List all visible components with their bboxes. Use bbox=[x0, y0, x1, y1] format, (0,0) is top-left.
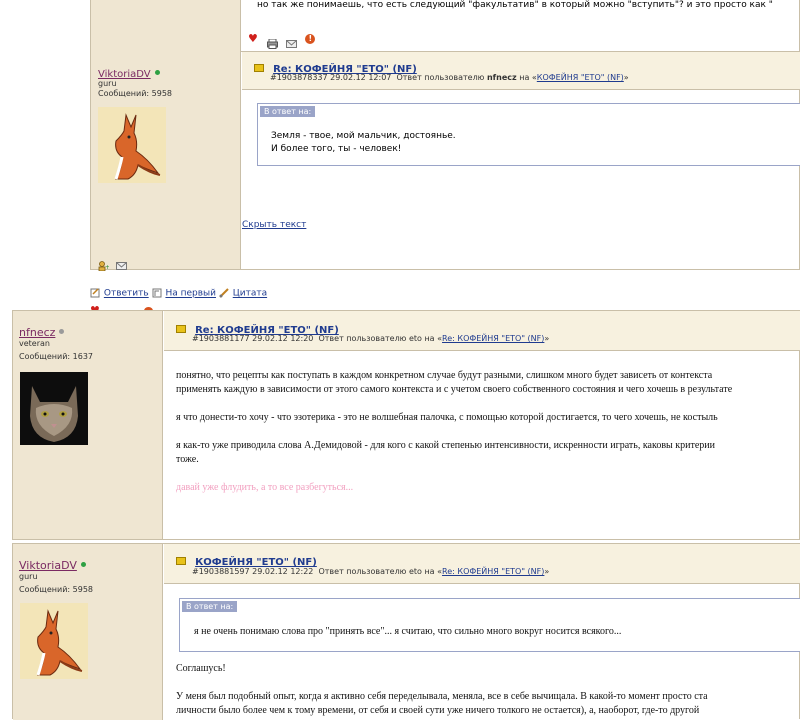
post0-actions: ♥ ! bbox=[248, 28, 316, 49]
reply-icon bbox=[90, 288, 101, 298]
post3-thread-link[interactable]: Re: КОФЕЙНЯ "ЕТО" (NF) bbox=[442, 567, 544, 576]
post2-header: Re: КОФЕЙНЯ "ЕТО" (NF) #1903881177 29.02… bbox=[164, 311, 800, 351]
post2-signature: давай уже флудить, а то все разбегуться.… bbox=[176, 482, 354, 493]
offline-status-icon bbox=[59, 329, 65, 334]
post2-paragraph-3a: я как-то уже приводила слова А.Демидовой… bbox=[176, 440, 715, 451]
post3-body: Соглашусь! У меня был подобный опыт, ког… bbox=[176, 662, 800, 718]
report-icon[interactable]: ! bbox=[305, 33, 316, 44]
quote-label: В ответ на: bbox=[182, 601, 238, 612]
post3-post-count: Сообщений: 5958 bbox=[19, 585, 93, 594]
post1-meta: #1903878337 29.02.12 12:07 Ответ пользов… bbox=[270, 73, 629, 82]
print-icon[interactable] bbox=[267, 34, 279, 49]
post2-post-count: Сообщений: 1637 bbox=[19, 352, 93, 361]
post1-thread-link[interactable]: КОФЕЙНЯ "ЕТО" (NF) bbox=[537, 73, 624, 82]
post1-rank: guru bbox=[98, 79, 117, 88]
post2-container: nfnecz veteran Сообщений: 1637 Re: КОФЕЙ… bbox=[12, 310, 800, 540]
post3-avatar bbox=[20, 603, 88, 679]
post1-header: Re: КОФЕЙНЯ "ЕТО" (NF) #1903878337 29.02… bbox=[242, 52, 800, 90]
post3-header: КОФЕЙНЯ "ЕТО" (NF) #1903881597 29.02.12 … bbox=[164, 544, 800, 584]
post1-id[interactable]: #1903878337 29.02.12 12:07 bbox=[270, 73, 391, 82]
reply-button[interactable]: Ответить bbox=[104, 289, 149, 299]
first-post-icon bbox=[152, 288, 163, 298]
post1-user-actions: + bbox=[98, 250, 128, 271]
mail-icon[interactable] bbox=[286, 34, 298, 48]
post3-container: ViktoriaDV guru Сообщений: 5958 КОФЕЙНЯ … bbox=[12, 543, 800, 720]
post3-user-panel: ViktoriaDV guru Сообщений: 5958 bbox=[13, 544, 163, 720]
post3-rank: guru bbox=[19, 572, 38, 581]
post1-avatar bbox=[98, 107, 166, 183]
post2-body: понятно, что рецепты как поступать в каж… bbox=[176, 369, 800, 495]
post1-container: ViktoriaDV guru Сообщений: 5958 + Re: КО… bbox=[90, 52, 800, 271]
svg-text:+: + bbox=[105, 264, 109, 271]
online-status-icon bbox=[154, 70, 160, 75]
heart-icon[interactable]: ♥ bbox=[248, 33, 259, 44]
post3-paragraph-2a: У меня был подобный опыт, когда я активн… bbox=[176, 691, 708, 702]
post3-username[interactable]: ViktoriaDV bbox=[19, 559, 77, 572]
post2-user-panel: nfnecz veteran Сообщений: 1637 bbox=[13, 311, 163, 539]
post1-post-count: Сообщений: 5958 bbox=[98, 89, 172, 98]
post1-reply-user[interactable]: nfnecz bbox=[487, 73, 517, 82]
book-icon bbox=[254, 63, 264, 72]
post0-text: но так же понимаешь, что есть следующий … bbox=[257, 0, 773, 10]
hide-text-link[interactable]: Скрыть текст bbox=[242, 220, 306, 230]
post2-rank: veteran bbox=[19, 339, 50, 348]
post0-container: но так же понимаешь, что есть следующий … bbox=[90, 0, 800, 52]
first-post-button[interactable]: На первый bbox=[165, 289, 216, 299]
post2-paragraph-2: я что донести-то хочу - что эзотерика - … bbox=[176, 412, 718, 423]
post2-paragraph-3b: тоже. bbox=[176, 454, 199, 465]
post3-meta: #1903881597 29.02.12 12:22 Ответ пользов… bbox=[192, 567, 550, 576]
quote-icon bbox=[219, 288, 230, 298]
quote-label: В ответ на: bbox=[260, 106, 316, 117]
post2-id[interactable]: #1903881177 29.02.12 12:20 bbox=[192, 334, 313, 343]
post3-paragraph-1: Соглашусь! bbox=[176, 663, 226, 674]
post1-user-panel: ViktoriaDV guru Сообщений: 5958 + bbox=[91, 52, 241, 271]
post2-paragraph-1b: применять каждую в зависимости от этого … bbox=[176, 384, 733, 395]
post3-quote-text: я не очень понимаю слова про "принять вс… bbox=[194, 626, 622, 637]
quote-button[interactable]: Цитата bbox=[233, 289, 267, 299]
online-status-icon bbox=[80, 562, 86, 567]
post2-thread-link[interactable]: Re: КОФЕЙНЯ "ЕТО" (NF) bbox=[442, 334, 544, 343]
post2-username[interactable]: nfnecz bbox=[19, 326, 55, 339]
post2-paragraph-1a: понятно, что рецепты как поступать в каж… bbox=[176, 370, 713, 381]
book-icon bbox=[176, 324, 186, 333]
add-friend-icon[interactable]: + bbox=[98, 256, 110, 271]
post1-quote-line2: И более того, ты - человек! bbox=[271, 144, 402, 154]
post0-user-panel bbox=[91, 0, 241, 52]
post-actions-bar: Ответить На первый Цитата bbox=[90, 288, 267, 299]
post1-quote-line1: Земля - твое, мой мальчик, достоянье. bbox=[271, 131, 456, 141]
book-icon bbox=[176, 556, 186, 565]
post2-avatar bbox=[20, 372, 88, 445]
post3-quote: В ответ на: я не очень понимаю слова про… bbox=[179, 598, 800, 652]
post2-meta: #1903881177 29.02.12 12:20 Ответ пользов… bbox=[192, 334, 550, 343]
post3-id[interactable]: #1903881597 29.02.12 12:22 bbox=[192, 567, 313, 576]
post1-quote: В ответ на: Земля - твое, мой мальчик, д… bbox=[257, 103, 800, 166]
message-icon[interactable] bbox=[116, 256, 128, 270]
post3-paragraph-2b: личности было более чем к тому времени, … bbox=[176, 705, 700, 716]
